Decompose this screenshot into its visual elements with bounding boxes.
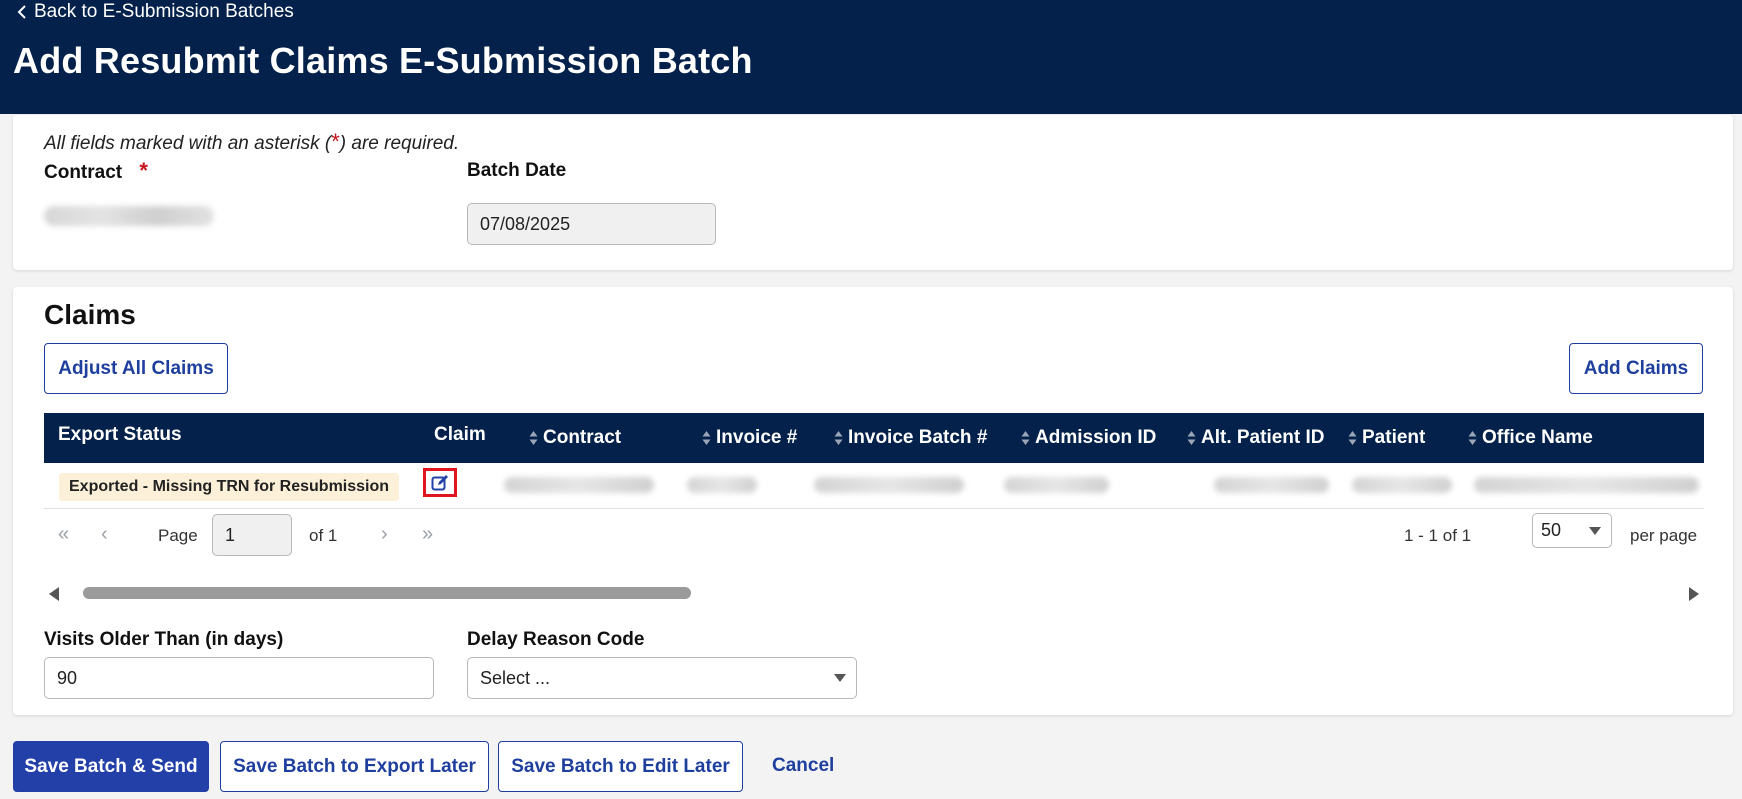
- col-contract[interactable]: Contract: [529, 413, 621, 463]
- col-export-status-label: Export Status: [58, 424, 182, 445]
- save-edit-later-label: Save Batch to Edit Later: [511, 755, 730, 777]
- edit-icon: [431, 474, 448, 490]
- col-office-name[interactable]: Office Name: [1468, 413, 1593, 463]
- patient-cell-redacted: [1352, 477, 1452, 493]
- chevron-down-icon: [834, 674, 846, 682]
- adjust-all-claims-button[interactable]: Adjust All Claims: [44, 343, 228, 394]
- office-name-cell-redacted: [1474, 477, 1699, 493]
- delay-reason-value: Select ...: [480, 667, 551, 688]
- save-export-later-button[interactable]: Save Batch to Export Later: [220, 741, 489, 792]
- col-alt-patient-id-label: Alt. Patient ID: [1201, 427, 1325, 448]
- col-admission-id[interactable]: Admission ID: [1021, 413, 1156, 463]
- scroll-right-icon[interactable]: [1689, 587, 1699, 601]
- claims-table-header: Export Status Claim Contract Invoice # I…: [44, 413, 1704, 463]
- sort-icon: [1021, 431, 1030, 445]
- col-export-status[interactable]: Export Status: [58, 410, 182, 460]
- claims-title: Claims: [44, 299, 136, 330]
- next-page-icon[interactable]: ›: [381, 523, 388, 546]
- claims-card: Claims Adjust All Claims Add Claims Expo…: [13, 287, 1733, 715]
- page-number-input[interactable]: 1: [212, 514, 292, 556]
- delay-reason-label: Delay Reason Code: [467, 629, 645, 650]
- sort-icon: [702, 431, 711, 445]
- col-invoice-label: Invoice #: [716, 427, 798, 448]
- edit-claim-button[interactable]: [423, 468, 457, 497]
- horizontal-scrollbar[interactable]: [44, 585, 1704, 601]
- required-note-suffix: ) are required.: [339, 133, 460, 154]
- required-note-prefix: All fields marked with an asterisk (: [44, 133, 332, 154]
- sort-icon: [1348, 431, 1357, 445]
- cancel-label: Cancel: [772, 755, 835, 776]
- visits-older-than-label: Visits Older Than (in days): [44, 629, 284, 650]
- col-claim-label: Claim: [434, 424, 486, 445]
- page-number-value: 1: [225, 524, 236, 545]
- visits-older-than-input[interactable]: 90: [44, 657, 434, 699]
- last-page-icon[interactable]: »: [422, 523, 433, 546]
- batch-date-field[interactable]: 07/08/2025: [467, 203, 716, 245]
- alt-patient-id-cell-redacted: [1214, 477, 1329, 493]
- col-patient-label: Patient: [1362, 427, 1426, 448]
- invoice-cell-redacted: [687, 477, 757, 493]
- scroll-left-icon[interactable]: [49, 587, 59, 601]
- status-badge: Exported - Missing TRN for Resubmission: [59, 473, 400, 501]
- add-claims-label: Add Claims: [1583, 357, 1689, 379]
- contract-required-asterisk: *: [139, 158, 148, 183]
- page-header: Back to E-Submission Batches Add Resubmi…: [0, 0, 1742, 114]
- save-batch-send-button[interactable]: Save Batch & Send: [13, 741, 209, 792]
- page-label: Page: [158, 526, 198, 545]
- sort-icon: [834, 431, 843, 445]
- table-row: Exported - Missing TRN for Resubmission: [44, 463, 1704, 509]
- col-office-name-label: Office Name: [1482, 427, 1593, 448]
- col-claim: Claim: [434, 410, 486, 460]
- col-contract-label: Contract: [543, 427, 622, 448]
- contract-cell-redacted: [504, 477, 654, 493]
- prev-page-icon[interactable]: ‹: [101, 523, 108, 546]
- back-link[interactable]: Back to E-Submission Batches: [16, 0, 294, 24]
- contract-label-text: Contract: [44, 162, 123, 183]
- delay-reason-select[interactable]: Select ...: [467, 657, 857, 699]
- invoice-batch-cell-redacted: [814, 477, 964, 493]
- batch-date-label: Batch Date: [467, 160, 567, 181]
- batch-details-card: All fields marked with an asterisk (*) a…: [13, 115, 1733, 270]
- per-page-label: per page: [1630, 526, 1698, 545]
- chevron-down-icon: [1589, 526, 1601, 535]
- range-text: 1 - 1 of 1: [1404, 526, 1472, 545]
- chevron-left-icon: [17, 5, 26, 19]
- contract-value-redacted: [44, 206, 214, 226]
- pagination: « ‹ Page 1 of 1 › » 1 - 1 of 1 50 per pa…: [44, 509, 1704, 569]
- admission-id-cell-redacted: [1004, 477, 1109, 493]
- first-page-icon[interactable]: «: [58, 523, 69, 546]
- sort-icon: [529, 431, 538, 445]
- sort-icon: [1468, 431, 1477, 445]
- add-claims-button[interactable]: Add Claims: [1569, 343, 1703, 394]
- required-asterisk: *: [331, 129, 340, 154]
- adjust-all-claims-label: Adjust All Claims: [58, 357, 214, 379]
- visits-older-than-value: 90: [57, 667, 78, 688]
- batch-date-value: 07/08/2025: [480, 213, 571, 234]
- save-export-later-label: Save Batch to Export Later: [233, 755, 476, 777]
- per-page-value: 50: [1541, 520, 1562, 540]
- page-title: Add Resubmit Claims E-Submission Batch: [13, 40, 753, 81]
- cancel-button[interactable]: Cancel: [772, 755, 834, 777]
- col-admission-id-label: Admission ID: [1035, 427, 1157, 448]
- contract-label: Contract *: [44, 158, 148, 184]
- col-alt-patient-id[interactable]: Alt. Patient ID: [1187, 413, 1325, 463]
- scroll-thumb[interactable]: [83, 587, 691, 599]
- sort-icon: [1187, 431, 1196, 445]
- page-count: of 1: [309, 526, 338, 545]
- required-note: All fields marked with an asterisk (*) a…: [44, 129, 459, 155]
- col-patient[interactable]: Patient: [1348, 413, 1425, 463]
- col-invoice-batch-label: Invoice Batch #: [848, 427, 988, 448]
- save-batch-send-label: Save Batch & Send: [24, 755, 198, 777]
- per-page-select[interactable]: 50: [1532, 513, 1612, 548]
- save-edit-later-button[interactable]: Save Batch to Edit Later: [498, 741, 743, 792]
- col-invoice[interactable]: Invoice #: [702, 413, 797, 463]
- col-invoice-batch[interactable]: Invoice Batch #: [834, 413, 987, 463]
- back-link-label: Back to E-Submission Batches: [34, 1, 294, 22]
